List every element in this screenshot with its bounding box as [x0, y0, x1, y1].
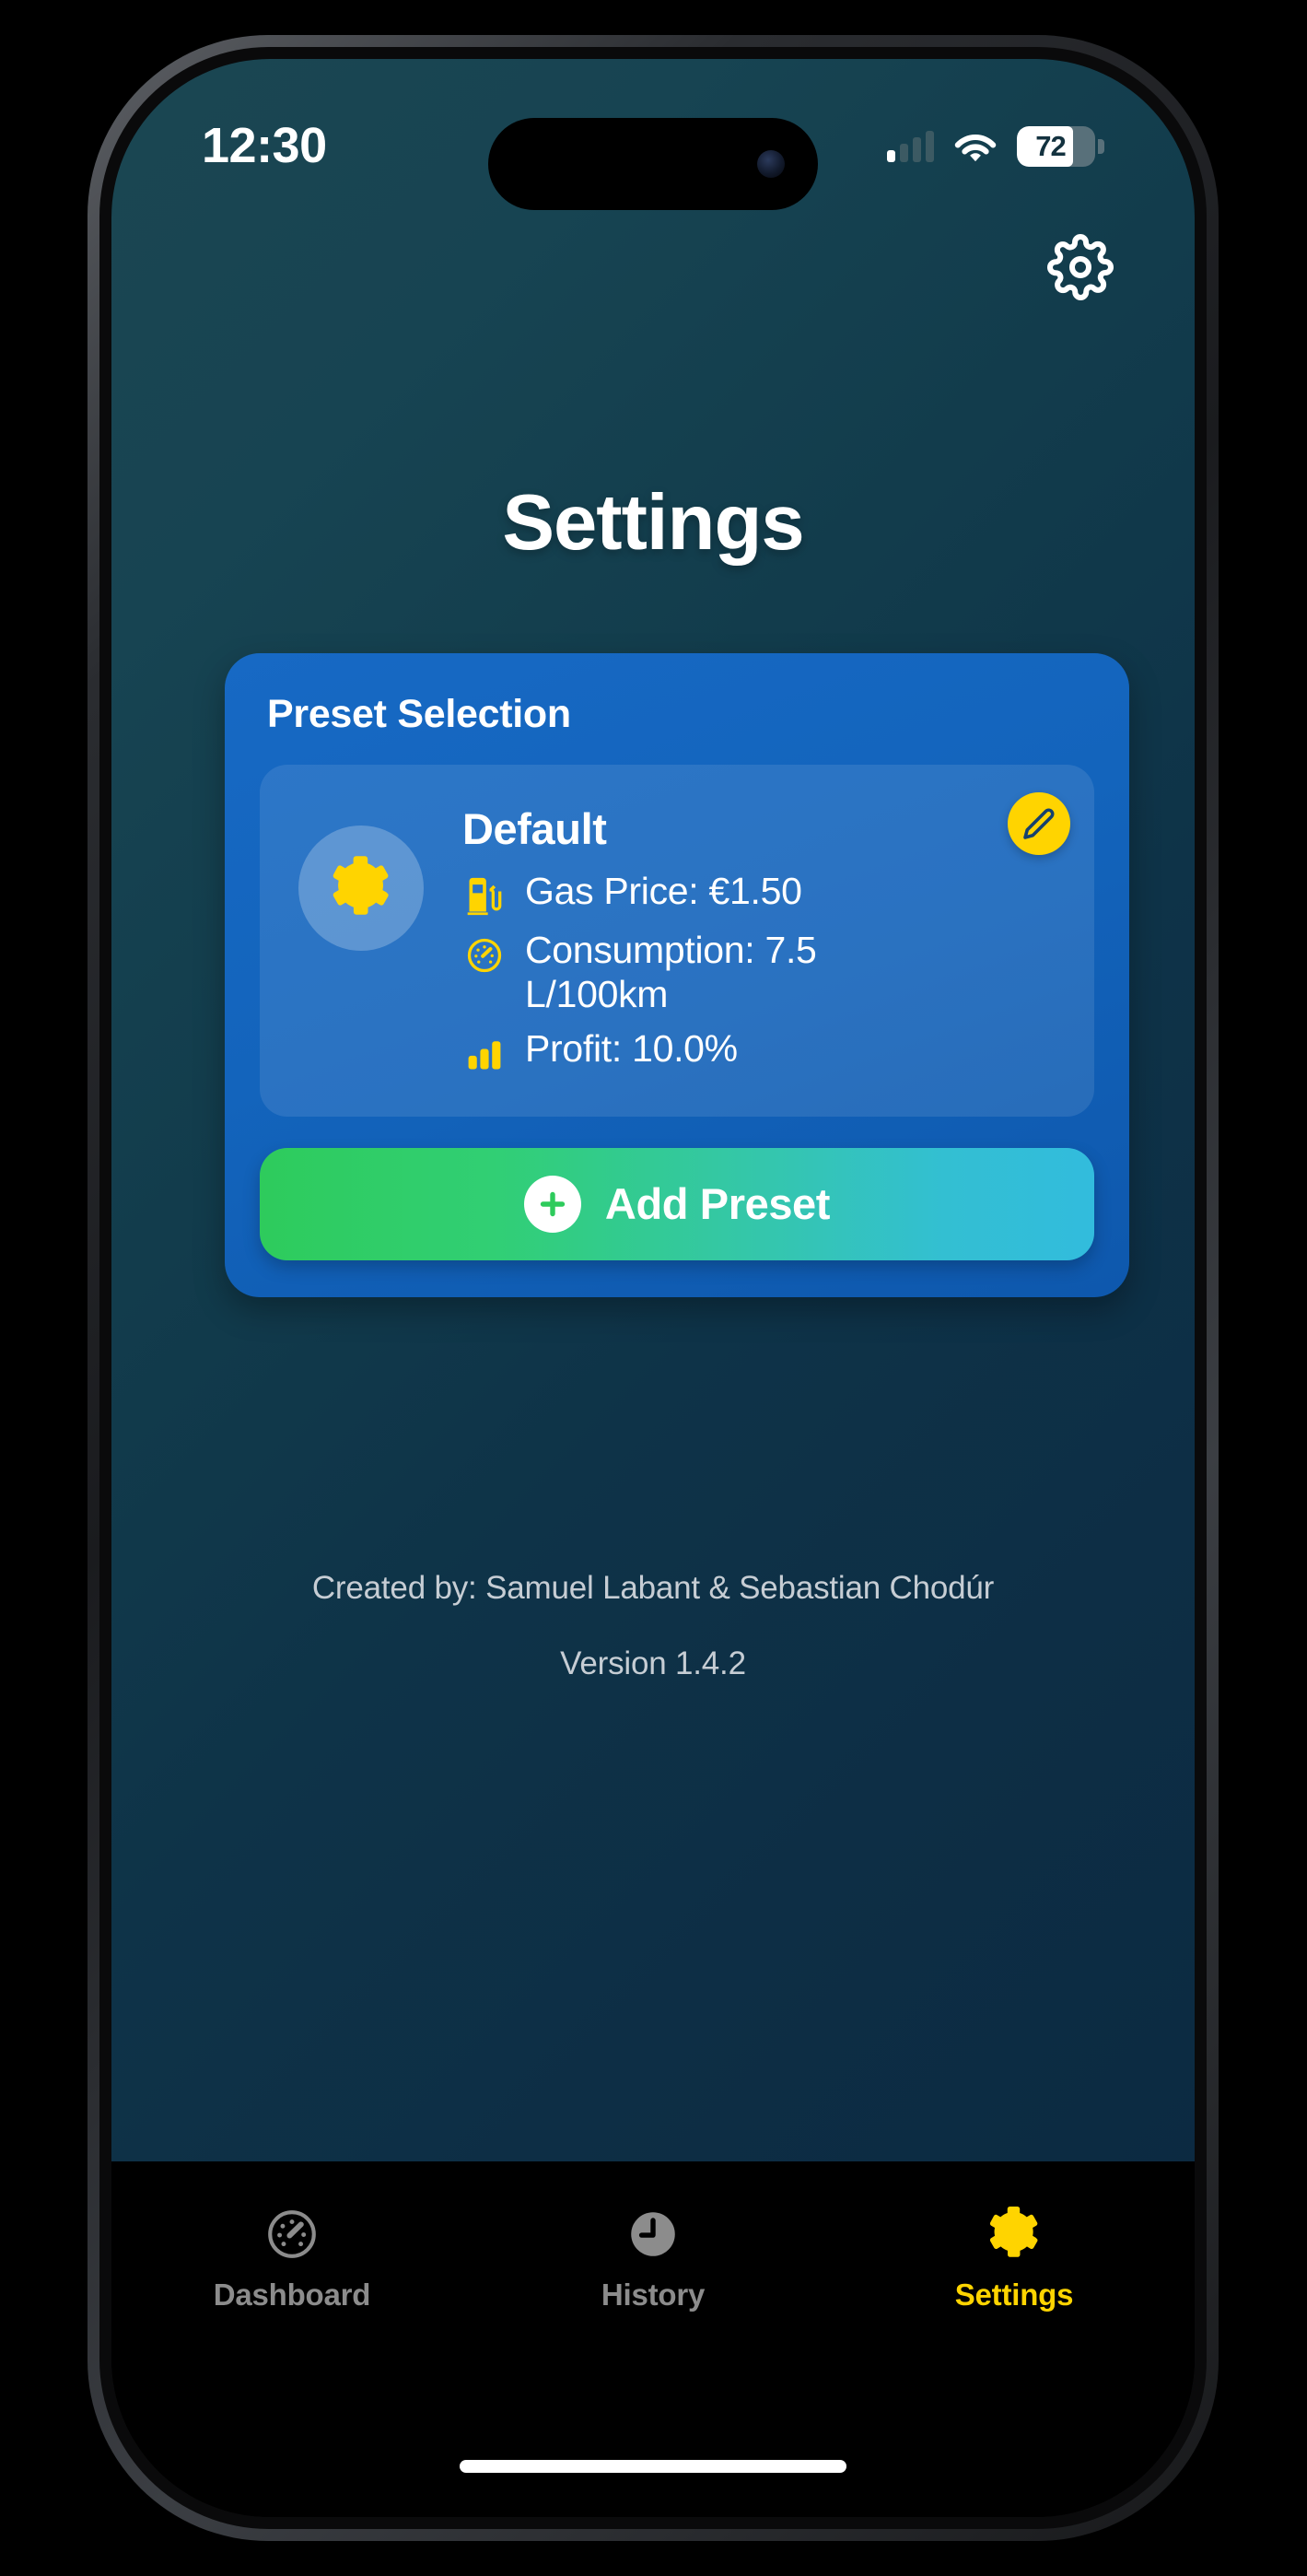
- preset-detail-row-consumption: Consumption: 7.5 L/100km: [462, 928, 1067, 1017]
- pencil-icon: [1023, 808, 1055, 839]
- credits-text: Created by: Samuel Labant & Sebastian Ch…: [311, 1570, 995, 1606]
- phone-bezel: 12:30 72 Settings Preset Selection Defau…: [99, 47, 1207, 2529]
- preset-name: Default: [462, 804, 607, 853]
- bar-chart-icon: [462, 1032, 507, 1076]
- battery-level-text: 72: [1035, 130, 1066, 162]
- page-title: Settings: [502, 479, 804, 567]
- plus-circle-icon: [523, 1175, 581, 1233]
- clock-icon: [624, 2206, 682, 2263]
- gear-icon[interactable]: [1047, 234, 1114, 300]
- preset-gas-price-text: Gas Price: €1.50: [525, 870, 802, 912]
- preset-selection-card: Preset Selection Default Gas Price: €1.5…: [225, 653, 1129, 1297]
- preset-list-item[interactable]: Default Gas Price: €1.50 Consumption: 7.…: [260, 765, 1094, 1117]
- wifi-icon: [954, 135, 997, 162]
- add-preset-button[interactable]: Add Preset: [260, 1147, 1094, 1260]
- preset-details: Default Gas Price: €1.50 Consumption: 7.…: [449, 796, 1067, 1085]
- phone-screen: 12:30 72 Settings Preset Selection Defau…: [111, 59, 1195, 2517]
- edit-preset-button[interactable]: [1008, 792, 1070, 855]
- status-bar-indicators: 72: [887, 126, 1104, 167]
- app-header: [111, 234, 1195, 300]
- preset-selection-title: Preset Selection: [267, 692, 571, 736]
- fuel-pump-icon: [462, 874, 507, 919]
- preset-detail-row-gas-price: Gas Price: €1.50: [462, 869, 1067, 919]
- tab-dashboard-label: Dashboard: [213, 2277, 371, 2312]
- home-indicator[interactable]: [460, 2460, 846, 2473]
- tab-dashboard[interactable]: Dashboard: [113, 2206, 471, 2313]
- add-preset-label: Add Preset: [604, 1179, 831, 1229]
- preset-profit-text: Profit: 10.0%: [525, 1026, 738, 1070]
- signal-bars-icon: [887, 131, 934, 162]
- gear-icon: [333, 856, 389, 915]
- tab-settings[interactable]: Settings: [835, 2206, 1193, 2313]
- speedometer-icon: [462, 933, 507, 978]
- phone-frame: 12:30 72 Settings Preset Selection Defau…: [88, 35, 1219, 2541]
- tab-history[interactable]: History: [474, 2206, 832, 2313]
- gear-icon: [986, 2206, 1043, 2263]
- footer: Created by: Samuel Labant & Sebastian Ch…: [111, 1570, 1195, 1682]
- status-bar-clock: 12:30: [202, 118, 327, 173]
- tab-settings-label: Settings: [954, 2277, 1074, 2312]
- version-text: Version 1.4.2: [560, 1645, 746, 1681]
- preset-consumption-text: Consumption: 7.5 L/100km: [525, 929, 817, 1016]
- speedometer-icon: [263, 2206, 321, 2263]
- battery-icon: 72: [1017, 126, 1104, 167]
- tab-history-label: History: [601, 2277, 706, 2312]
- front-camera: [757, 150, 785, 178]
- preset-detail-row-profit: Profit: 10.0%: [462, 1026, 1067, 1076]
- avatar: [298, 825, 424, 951]
- dynamic-island: [488, 118, 818, 210]
